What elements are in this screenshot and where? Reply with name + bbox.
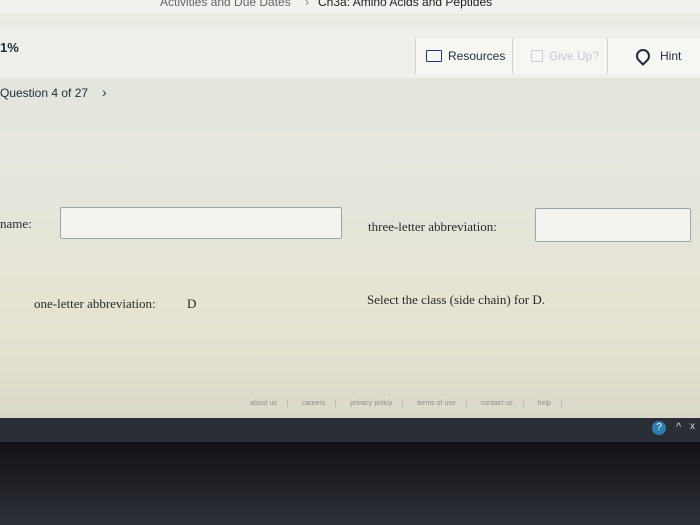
breadcrumb: Activities and Due Dates › Ch3a: Amino A… <box>0 0 700 14</box>
progress-percent: 1% <box>0 40 19 55</box>
question-counter: Question 4 of 27 <box>0 86 89 100</box>
resources-label: Resources <box>448 49 506 63</box>
one-letter-value: D <box>187 296 197 311</box>
footer-link-privacy[interactable]: privacy policy <box>350 400 404 407</box>
breadcrumb-separator: › <box>305 0 309 9</box>
hint-button[interactable]: Hint <box>607 38 700 74</box>
browser-viewport: Activities and Due Dates › Ch3a: Amino A… <box>0 0 700 440</box>
footer-link-help[interactable]: help <box>538 400 562 407</box>
give-up-icon <box>531 50 543 62</box>
footer-link-terms[interactable]: terms of use <box>417 400 467 407</box>
one-letter-label: one-letter abbreviation: <box>34 296 156 311</box>
footer-link-careers[interactable]: careers <box>302 400 337 407</box>
tray-close-icon[interactable]: x <box>690 421 695 432</box>
give-up-button[interactable]: Give Up? <box>512 38 621 74</box>
class-prompt: Select the class (side chain) for D. <box>367 292 545 307</box>
hint-bulb-icon <box>633 46 653 66</box>
folder-icon <box>426 50 442 62</box>
breadcrumb-parent-link[interactable]: Activities and Due Dates <box>160 0 291 9</box>
help-circle-icon[interactable]: ? <box>652 421 666 435</box>
monitor-bezel <box>0 442 700 525</box>
hint-label: Hint <box>660 49 682 63</box>
resources-button[interactable]: Resources <box>415 38 521 74</box>
footer-links: about us careers privacy policy terms of… <box>250 400 562 407</box>
name-input[interactable] <box>60 207 342 239</box>
name-label: name: <box>0 216 32 231</box>
three-letter-input[interactable] <box>535 208 691 242</box>
three-letter-label: three-letter abbreviation: <box>368 219 497 234</box>
give-up-label: Give Up? <box>549 49 600 63</box>
footer-link-about[interactable]: about us <box>250 400 288 407</box>
tray-up-arrow-icon[interactable]: ^ <box>676 421 681 433</box>
taskbar <box>0 418 700 442</box>
footer-link-contact[interactable]: contact us <box>481 400 524 407</box>
breadcrumb-current: Ch3a: Amino Acids and Peptides <box>318 0 493 9</box>
next-question-chevron-icon[interactable]: › <box>102 84 107 100</box>
